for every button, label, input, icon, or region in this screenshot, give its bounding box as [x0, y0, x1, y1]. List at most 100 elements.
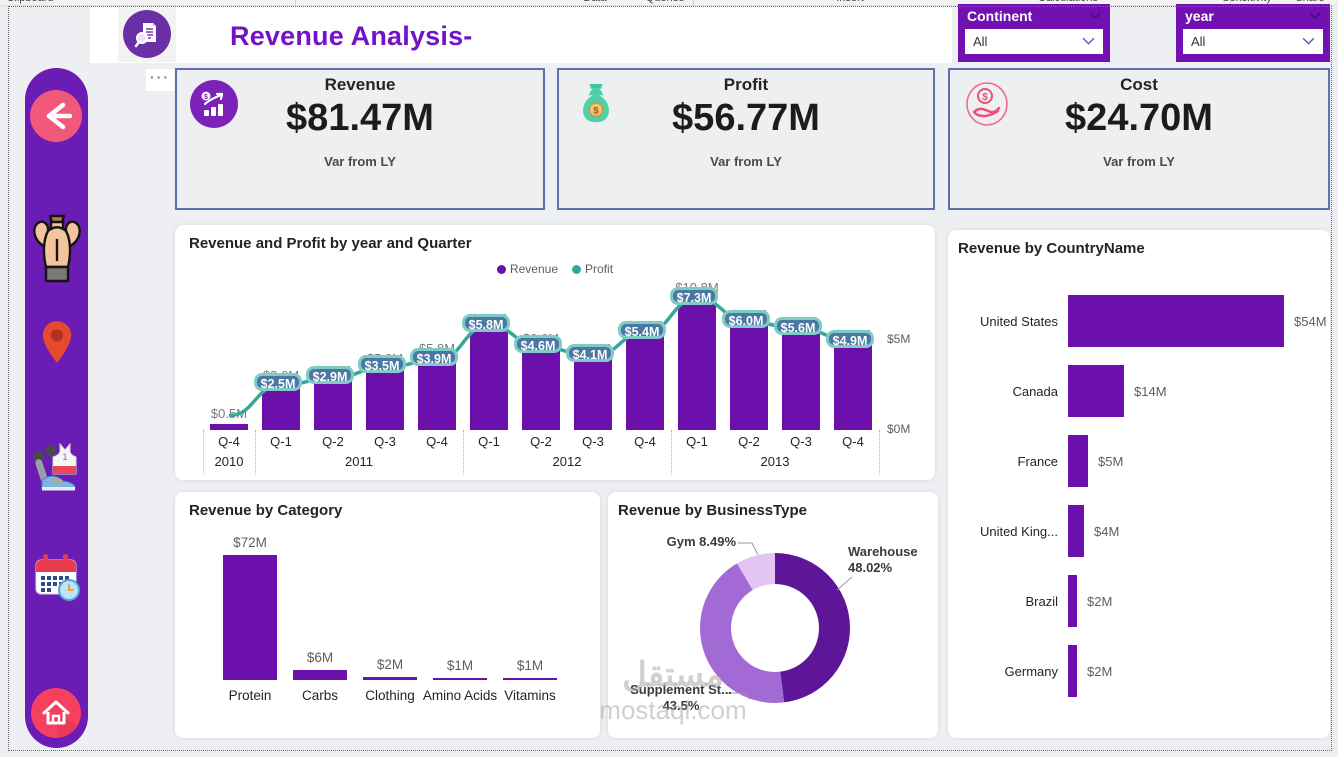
country-bar[interactable]: [1068, 575, 1077, 627]
visual-more-options-button[interactable]: ···: [146, 69, 174, 91]
profit-line: [228, 296, 854, 418]
category-bar[interactable]: [433, 678, 487, 680]
country-bar[interactable]: [1068, 295, 1284, 347]
country-row: Germany $2M: [958, 640, 1318, 702]
ribbon-divider: [295, 0, 296, 5]
country-value-label: $14M: [1134, 383, 1167, 399]
gym-gear-icon[interactable]: 1: [30, 438, 84, 497]
profit-kpi-card: $ Profit $56.77M Var from LY: [557, 68, 935, 210]
svg-text:$: $: [982, 92, 988, 103]
report-search-icon: [123, 10, 171, 58]
continent-slicer-label: Continent: [967, 8, 1033, 24]
category-bar[interactable]: [503, 678, 557, 680]
sidebar-nav: 1: [25, 68, 88, 748]
chevron-down-icon: [1089, 12, 1101, 20]
year-separator: [879, 430, 880, 474]
profit-data-label: $5.4M: [618, 320, 666, 339]
chevron-down-icon: [1082, 37, 1095, 45]
revenue-by-businesstype-chart: Revenue by BusinessType Warehouse 48.02% S…: [608, 492, 938, 738]
profit-data-label: $5.8M: [462, 313, 510, 332]
profit-data-label: $2.9M: [306, 365, 354, 384]
country-bar[interactable]: [1068, 365, 1124, 417]
calendar-clock-icon[interactable]: [34, 552, 82, 609]
profit-data-label: $7.3M: [670, 286, 718, 305]
profit-data-label: $2.5M: [254, 373, 302, 391]
country-value-label: $54M: [1294, 313, 1327, 329]
year-dropdown-value: All: [1191, 34, 1206, 49]
cost-kpi-card: $ Cost $24.70M Var from LY: [948, 68, 1330, 210]
ribbon-tab-data[interactable]: Data: [583, 0, 606, 4]
continent-slicer-header[interactable]: Continent: [958, 4, 1110, 26]
svg-text:$: $: [593, 106, 599, 117]
ribbon-strip: ClipboardDataQueriesInsertCalculationsSe…: [0, 0, 1338, 6]
back-button[interactable]: [30, 90, 82, 147]
category-bar[interactable]: [293, 669, 347, 680]
year-slicer-header[interactable]: year: [1176, 4, 1330, 26]
revenue-profit-combo-chart: Revenue and Profit by year and Quarter R…: [175, 225, 935, 480]
bodybuilder-icon[interactable]: [29, 213, 85, 294]
y-axis-tick: $0M: [887, 422, 911, 436]
ribbon-tab-queries[interactable]: Queries: [646, 0, 685, 4]
chevron-down-icon: [1309, 12, 1321, 20]
y-axis-tick: $5M: [887, 332, 911, 346]
year-dropdown[interactable]: All: [1183, 29, 1323, 54]
revenue-by-category-chart: Revenue by Category $72M Protein $6M Carbs $…: [175, 492, 600, 738]
country-bar[interactable]: [1068, 435, 1088, 487]
profit-data-label: $5.6M: [774, 317, 822, 336]
location-pin-icon[interactable]: [40, 318, 74, 371]
chevron-down-icon: [1302, 37, 1315, 45]
country-row: United States $54M: [958, 290, 1327, 352]
donut-slice-label: Gym 8.49%: [666, 534, 736, 549]
country-label: United States: [979, 313, 1058, 329]
category-value-label: $1M: [516, 658, 544, 673]
kpi-subtitle: Var from LY: [324, 154, 396, 169]
country-value-label: $2M: [1087, 593, 1113, 609]
country-bar[interactable]: [1068, 645, 1077, 697]
legend-label: Revenue: [509, 262, 559, 276]
country-row: Brazil $2M: [958, 570, 1318, 632]
country-label: Canada: [1012, 383, 1058, 399]
revenue-growth-icon: $: [190, 80, 238, 128]
country-value-label: $5M: [1098, 453, 1124, 469]
ribbon-tab-insert[interactable]: Insert: [836, 0, 864, 4]
svg-text:1: 1: [62, 452, 67, 462]
category-value-label: $72M: [233, 534, 267, 550]
category-plot: $72M Protein $6M Carbs $2M Clothing $1M Amino A…: [175, 492, 600, 738]
legend-item-revenue: Revenue: [496, 262, 559, 276]
profit-data-label: $4.6M: [514, 335, 562, 354]
country-label: United King...: [979, 523, 1058, 539]
category-bar[interactable]: [223, 554, 277, 680]
category-label: Vitamins: [504, 688, 556, 703]
country-label: Brazil: [1025, 593, 1058, 609]
profit-data-label: $3.5M: [358, 355, 406, 373]
profit-data-label: $6.0M: [722, 310, 770, 328]
dashboard-page: ClipboardDataQueriesInsertCalculationsSe…: [0, 0, 1338, 757]
ribbon-divider: [693, 0, 694, 5]
continent-dropdown-value: All: [973, 34, 988, 49]
profit-data-label: $3.9M: [410, 347, 458, 366]
kpi-subtitle: Var from LY: [1103, 154, 1175, 169]
continent-dropdown[interactable]: All: [965, 29, 1103, 54]
donut-slice-label: Supplement St... 43.5%: [630, 682, 732, 713]
country-row: Canada $14M: [958, 360, 1318, 422]
donut-labels: Warehouse 48.02% Supplement St... 43.5% Gym …: [608, 492, 938, 738]
hand-dollar-icon: $: [963, 80, 1011, 128]
chart-title: Revenue and Profit by year and Quarter: [189, 235, 472, 252]
country-bar[interactable]: [1068, 505, 1084, 557]
category-bar[interactable]: [363, 676, 417, 680]
home-button[interactable]: [31, 688, 81, 743]
country-plot: United States $54M Canada $14M France $5M Unit…: [948, 230, 1330, 738]
year-slicer: year All: [1176, 4, 1330, 62]
country-value-label: $4M: [1094, 523, 1120, 539]
country-row: United King... $4M: [958, 500, 1318, 562]
country-row: France $5M: [958, 430, 1318, 492]
country-label: Germany: [1004, 663, 1058, 679]
ribbon-tab-clipboard[interactable]: Clipboard: [6, 0, 53, 4]
combo-legend: Revenue Profit: [175, 262, 935, 276]
legend-item-profit: Profit: [572, 262, 613, 276]
country-value-label: $2M: [1087, 663, 1113, 679]
combo-plot: $0.5MQ-4$3.6MQ-1$4.0MQ-2$5.0MQ-3$5.8MQ-4…: [203, 280, 880, 475]
donut-slice-label: Warehouse 48.02%: [848, 544, 918, 575]
money-bag-icon: $: [572, 80, 620, 128]
revenue-kpi-card: $ Revenue $81.47M Var from LY: [175, 68, 545, 210]
